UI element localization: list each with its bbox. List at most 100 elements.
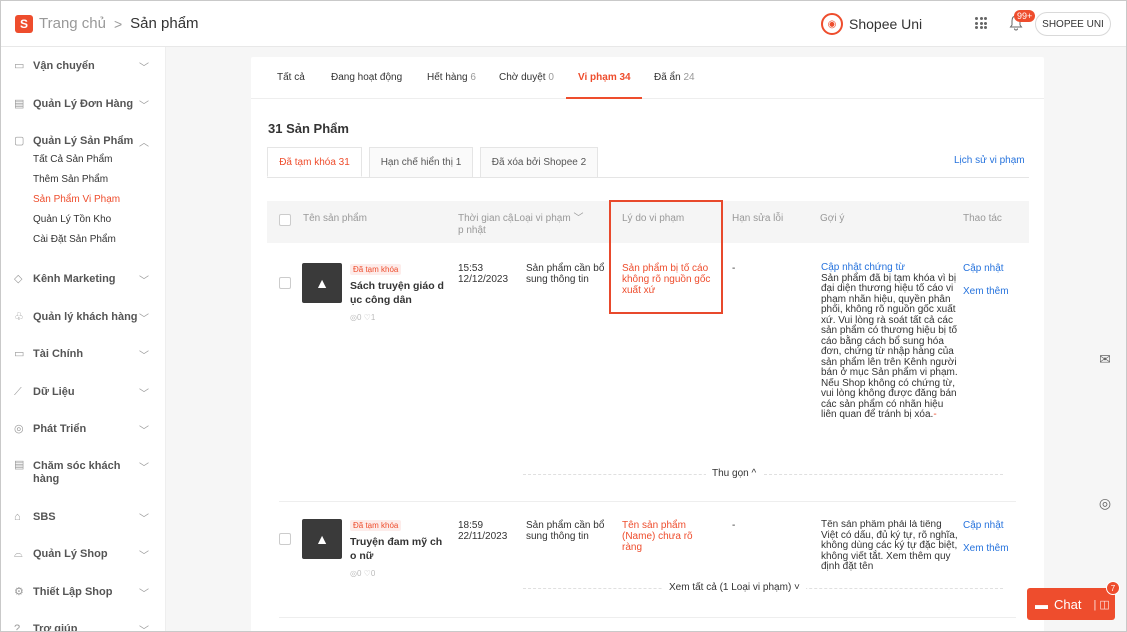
chevron-down-icon: ﹀: [139, 313, 149, 325]
sbs-icon: ⌂: [14, 511, 21, 523]
sidebar-item-products[interactable]: ▢ Quản Lý Sản Phẩm ︿: [1, 131, 165, 151]
row-separator: [279, 617, 1016, 618]
chevron-down-icon: ﹀: [139, 62, 149, 74]
sidebar-item-growth[interactable]: ◎ Phát Triển ﹀: [1, 419, 165, 439]
chat-label: Chat: [1054, 596, 1082, 612]
view-more-button[interactable]: Xem thêm: [963, 286, 1009, 297]
sidebar-sub-violations[interactable]: Sản Phẩm Vi Phạm: [33, 194, 120, 205]
chat-button[interactable]: ▬ Chat | ◫: [1027, 588, 1115, 620]
sidebar-item-data[interactable]: ⟋ Dữ Liệu ﹀: [1, 382, 165, 402]
sidebar-item-label: Quản lý khách hàng: [33, 311, 138, 323]
status-badge: Đã tạm khóa: [350, 520, 402, 531]
tab-violations[interactable]: Vi phạm 34: [578, 72, 631, 83]
sidebar-item-label: Quản Lý Shop: [33, 548, 108, 560]
product-violations-card: Tất cả Đang hoạt động Hết hàng 6 Chờ duy…: [251, 57, 1044, 631]
chevron-down-icon: ﹀: [139, 588, 149, 600]
suggestion-text: Tên sản phẩm phải là tiếng Việt có dấu, …: [821, 520, 961, 574]
sidebar-item-label: Chăm sóc khách hàng: [33, 460, 121, 485]
product-name[interactable]: Sách truyện giáo d ục công dân: [350, 279, 446, 307]
sidebar-sub-product-settings[interactable]: Cài Đặt Sản Phẩm: [33, 234, 116, 245]
status-tabs: Tất cả Đang hoạt động Hết hàng 6 Chờ duy…: [251, 57, 1044, 99]
active-tab-underline: [566, 97, 642, 99]
reason-highlight-box: [609, 200, 723, 314]
breadcrumb-home[interactable]: Trang chủ: [39, 15, 106, 32]
top-bar: S Trang chủ > Sản phẩm ◉ Shopee Uni 99+ …: [1, 1, 1126, 47]
sidebar-item-marketing[interactable]: ◇ Kênh Marketing ﹀: [1, 269, 165, 289]
shopee-uni-link[interactable]: ◉ Shopee Uni: [821, 13, 922, 35]
chevron-down-icon: ﹀: [139, 425, 149, 437]
chevron-down-icon: ﹀: [139, 463, 149, 474]
expand-toggle[interactable]: Xem tất cả (1 Loại vi phạm) ˅: [663, 582, 806, 593]
suggestion-link[interactable]: Cập nhật chứng từ: [821, 262, 905, 273]
sidebar-item-label: SBS: [33, 511, 56, 523]
sidebar-item-label: Vận chuyển: [33, 60, 95, 72]
headset-icon[interactable]: ◎: [1096, 494, 1114, 512]
shop-account-button[interactable]: SHOPEE UNI: [1035, 12, 1111, 36]
subtab-deleted[interactable]: Đã xóa bởi Shopee 2: [480, 147, 598, 177]
column-header-suggest: Gợi ý: [820, 213, 845, 224]
subtab-locked[interactable]: Đã tạm khóa 31: [267, 147, 362, 177]
tab-active[interactable]: Đang hoạt động: [331, 72, 402, 83]
subtab-restricted[interactable]: Hạn chế hiển thị 1: [369, 147, 473, 177]
support-icon: ▤: [14, 459, 25, 471]
sidebar-item-shop-settings[interactable]: ⚙ Thiết Lập Shop ﹀: [1, 582, 165, 602]
updated-time: 18:59 22/11/2023: [458, 520, 508, 542]
shopee-logo-icon[interactable]: S: [15, 14, 33, 33]
breadcrumb-current: Sản phẩm: [130, 15, 199, 32]
shop-icon: ⌓: [14, 548, 23, 560]
sidebar-item-orders[interactable]: ▤ Quản Lý Đơn Hàng ﹀: [1, 94, 165, 114]
tag-icon: ◇: [14, 273, 23, 285]
help-icon: ?: [14, 623, 21, 632]
violation-history-link[interactable]: Lịch sử vi phạm: [954, 155, 1025, 166]
settings-icon: ⚙: [14, 586, 24, 598]
breadcrumb-separator: >: [113, 15, 123, 32]
truck-icon: ▭: [14, 60, 25, 72]
mail-icon[interactable]: ✉: [1096, 350, 1114, 368]
product-name[interactable]: Truyện đam mỹ ch o nữ: [350, 535, 446, 563]
warning-icon: ▲: [315, 531, 329, 547]
update-button[interactable]: Cập nhật: [963, 520, 1004, 531]
notification-badge: 99+: [1014, 10, 1036, 22]
wallet-icon: ▭: [14, 348, 25, 360]
sidebar-item-shop-management[interactable]: ⌓ Quản Lý Shop ﹀: [1, 544, 165, 564]
sidebar-item-finance[interactable]: ▭ Tài Chính ﹀: [1, 344, 165, 364]
sidebar-item-label: Phát Triển: [33, 423, 87, 435]
sidebar-item-label: Trợ giúp: [33, 623, 78, 632]
chat-unread-badge: 7: [1106, 581, 1120, 595]
tab-hidden[interactable]: Đã ẩn 24: [654, 72, 695, 83]
sidebar-item-label: Thiết Lập Shop: [33, 586, 113, 598]
tab-pending[interactable]: Chờ duyệt 0: [499, 72, 554, 83]
chevron-up-icon: ︿: [139, 137, 149, 149]
sidebar-sub-all-products[interactable]: Tất Cả Sản Phẩm: [33, 154, 112, 165]
sidebar-item-label: Tài Chính: [33, 348, 84, 360]
apps-grid-icon[interactable]: [975, 17, 987, 29]
fix-deadline: -: [732, 520, 736, 531]
sidebar-item-sbs[interactable]: ⌂ SBS ﹀: [1, 507, 165, 527]
column-header-type[interactable]: Loại vi phạm ﹀: [514, 213, 583, 225]
tab-all[interactable]: Tất cả: [277, 72, 305, 83]
select-all-checkbox[interactable]: [279, 214, 291, 226]
sidebar-item-shipping[interactable]: ▭ Vận chuyển ﹀: [1, 56, 165, 76]
sidebar-item-customers[interactable]: ♧ Quản lý khách hàng ﹀: [1, 307, 165, 327]
view-more-button[interactable]: Xem thêm: [963, 543, 1009, 554]
update-button[interactable]: Cập nhật: [963, 263, 1004, 274]
chat-icon: ▬: [1035, 596, 1048, 612]
app-window: S Trang chủ > Sản phẩm ◉ Shopee Uni 99+ …: [0, 0, 1127, 632]
sidebar-sub-add-product[interactable]: Thêm Sản Phẩm: [33, 174, 108, 185]
suggestion-body: Sản phẩm đã bị tạm khóa vì bị đại diện t…: [821, 272, 958, 420]
collapse-toggle[interactable]: Thu gọn ^: [706, 468, 763, 479]
sidebar-sub-inventory[interactable]: Quản Lý Tồn Kho: [33, 214, 111, 225]
row-checkbox[interactable]: [279, 533, 291, 545]
minimize-icon[interactable]: | ◫: [1093, 598, 1109, 611]
column-header-time[interactable]: Thời gian cậ p nhật: [458, 213, 514, 237]
updated-time: 15:53 12/12/2023: [458, 263, 509, 285]
violation-type: Sản phẩm cần bổ sung thông tin: [526, 263, 605, 285]
chevron-down-icon: ﹀: [139, 350, 149, 362]
tab-sold-out[interactable]: Hết hàng 6: [427, 72, 476, 83]
product-thumbnail[interactable]: ▲: [302, 263, 342, 303]
row-checkbox[interactable]: [279, 277, 291, 289]
product-thumbnail[interactable]: ▲: [302, 519, 342, 559]
sidebar-item-customer-care[interactable]: ▤ Chăm sóc khách hàng ﹀: [1, 457, 165, 489]
sidebar-item-label: Kênh Marketing: [33, 273, 116, 285]
sidebar-item-help[interactable]: ? Trợ giúp ﹀: [1, 619, 165, 632]
